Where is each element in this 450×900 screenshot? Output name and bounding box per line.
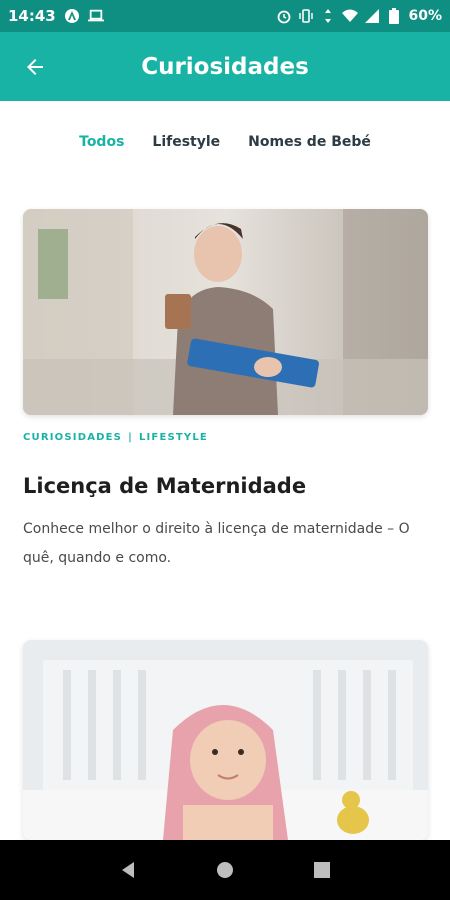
page-title: Curiosidades <box>141 53 309 80</box>
nav-home-button[interactable] <box>210 855 240 885</box>
system-nav-bar <box>0 840 450 900</box>
battery-percent: 60% <box>408 8 442 24</box>
category-separator: | <box>128 432 133 443</box>
app-notification-icon <box>64 8 80 24</box>
article-categories: CURIOSIDADES | LIFESTYLE <box>23 432 208 443</box>
category-label[interactable]: CURIOSIDADES <box>23 432 122 443</box>
square-recents-icon <box>313 862 330 878</box>
tab-nomes-de-bebe[interactable]: Nomes de Bebé <box>248 130 371 154</box>
back-button[interactable] <box>18 50 52 84</box>
triangle-back-icon <box>122 862 135 878</box>
status-bar: 14:43 60% <box>0 0 450 32</box>
category-tabs: Todos Lifestyle Nomes de Bebé <box>0 130 450 154</box>
category-label[interactable]: LIFESTYLE <box>139 432 208 443</box>
alarm-icon <box>276 8 292 24</box>
tab-todos[interactable]: Todos <box>79 130 124 154</box>
arrow-back-icon <box>27 59 43 75</box>
article-image-maternity[interactable] <box>23 209 428 415</box>
signal-icon <box>364 8 380 24</box>
nav-recents-button[interactable] <box>307 855 337 885</box>
wifi-icon <box>342 8 359 24</box>
nav-back-button[interactable] <box>113 855 143 885</box>
article-description: Conhece melhor o direito à licença de ma… <box>23 521 410 566</box>
circle-home-icon <box>216 862 233 878</box>
article-image-baby[interactable] <box>23 640 428 840</box>
laptop-icon <box>87 8 104 24</box>
battery-icon <box>386 8 402 24</box>
app-bar: Curiosidades <box>0 32 450 101</box>
status-time: 14:43 <box>8 7 56 25</box>
data-arrows-icon <box>320 8 336 24</box>
article-title[interactable]: Licença de Maternidade <box>23 474 306 498</box>
tab-lifestyle[interactable]: Lifestyle <box>152 130 220 154</box>
vibrate-icon <box>298 8 314 24</box>
